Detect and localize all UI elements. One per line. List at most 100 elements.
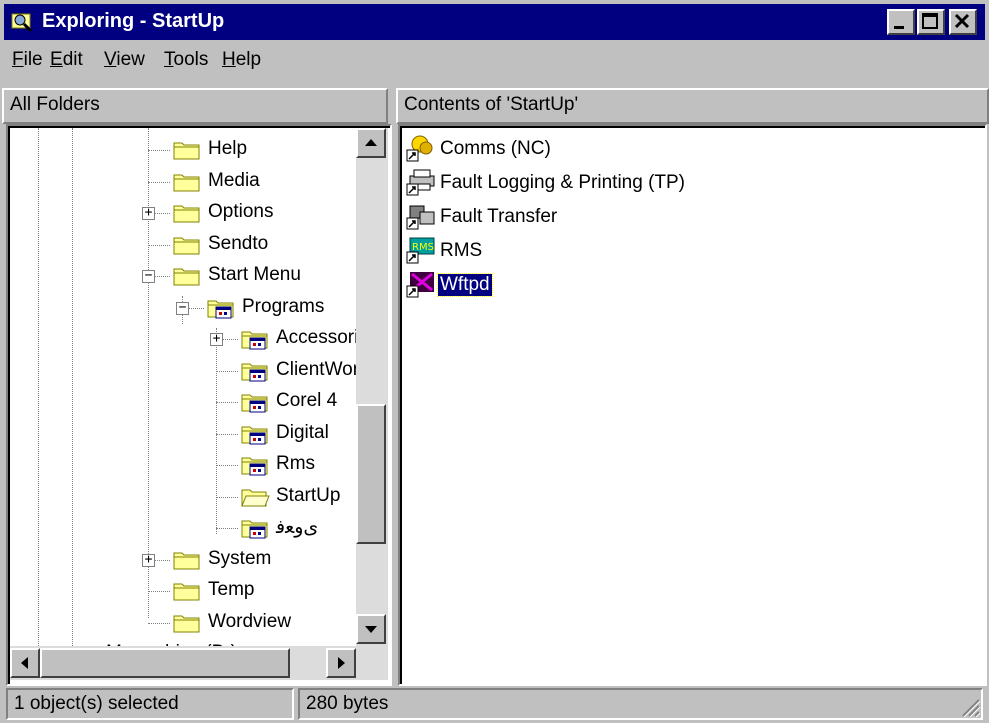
tree-connector bbox=[148, 182, 170, 183]
tree-item-label: Wordview bbox=[208, 611, 292, 632]
tree-item[interactable]: Media bbox=[10, 166, 350, 196]
minimize-icon bbox=[894, 26, 904, 29]
collapse-icon[interactable]: − bbox=[142, 269, 155, 283]
file-item-label: Fault Transfer bbox=[440, 206, 558, 227]
tree-connector bbox=[216, 434, 238, 435]
tree-item[interactable]: Sendto bbox=[10, 229, 350, 259]
program-folder-icon bbox=[207, 300, 234, 319]
expand-icon[interactable]: + bbox=[142, 206, 155, 220]
program-folder-icon bbox=[241, 520, 268, 539]
expand-icon[interactable]: + bbox=[142, 553, 155, 567]
status-size: 280 bytes bbox=[298, 688, 983, 720]
collapse-icon[interactable]: − bbox=[176, 301, 189, 315]
tree-item-label: StartUp bbox=[276, 485, 341, 506]
status-bar: 1 object(s) selected 280 bytes bbox=[4, 688, 985, 720]
tree-connector bbox=[148, 150, 170, 151]
folder-icon bbox=[173, 615, 200, 633]
program-folder-icon bbox=[241, 457, 268, 476]
maximize-button[interactable] bbox=[917, 9, 945, 35]
transfer-shortcut-icon bbox=[406, 205, 435, 230]
tree-item-label: System bbox=[208, 548, 272, 569]
tree-item-label: Programs bbox=[242, 296, 325, 317]
tree-connector bbox=[148, 245, 170, 246]
menu-tools[interactable]: Tools bbox=[164, 49, 208, 71]
contents-pane[interactable]: Comms (NC) Fault Logging & Printing (TP) F… bbox=[398, 124, 987, 686]
up-arrow-icon bbox=[365, 139, 377, 146]
title-bar[interactable]: Exploring - StartUp bbox=[4, 4, 985, 40]
menu-edit[interactable]: Edit bbox=[50, 49, 83, 71]
tree-item[interactable]: Wordview bbox=[10, 607, 350, 637]
resize-grip-icon[interactable] bbox=[959, 696, 981, 718]
folder-tree-pane[interactable]: Help Media + Options Sendto − Start Menu − Progr… bbox=[6, 124, 392, 686]
folder-icon bbox=[173, 237, 200, 255]
tree-connector bbox=[216, 497, 238, 498]
tree-item[interactable]: ﻯﻭﻌﻓ bbox=[10, 512, 350, 542]
close-button[interactable] bbox=[949, 9, 977, 35]
tree-connector bbox=[148, 591, 170, 592]
tree-horizontal-scrollbar[interactable] bbox=[10, 646, 388, 680]
tree-item[interactable]: Corel 4 bbox=[10, 386, 350, 416]
tree-connector bbox=[148, 623, 170, 624]
tree-item[interactable]: + Options bbox=[10, 197, 350, 227]
scroll-down-button[interactable] bbox=[356, 614, 386, 644]
folder-icon bbox=[173, 142, 200, 160]
tree-item[interactable]: Rms bbox=[10, 449, 350, 479]
menu-file[interactable]: File bbox=[12, 49, 43, 71]
tree-item-label: Start Menu bbox=[208, 264, 301, 285]
program-folder-icon bbox=[241, 426, 268, 445]
minimize-button[interactable] bbox=[887, 9, 915, 35]
explorer-icon bbox=[11, 13, 33, 33]
tree-item-label: Help bbox=[208, 138, 248, 159]
menu-view[interactable]: View bbox=[104, 49, 145, 71]
tree-connector bbox=[216, 371, 238, 372]
menu-help[interactable]: Help bbox=[222, 49, 261, 71]
scroll-left-button[interactable] bbox=[10, 648, 40, 678]
tree-vertical-scrollbar[interactable] bbox=[356, 128, 388, 646]
right-arrow-icon bbox=[338, 657, 345, 669]
expand-icon[interactable]: + bbox=[210, 332, 223, 346]
tree-item[interactable]: Temp bbox=[10, 575, 350, 605]
scroll-up-button[interactable] bbox=[356, 128, 386, 158]
down-arrow-icon bbox=[365, 626, 377, 633]
tree-item-label: Rms bbox=[276, 453, 316, 474]
folder-icon bbox=[173, 174, 200, 192]
tree-item-label: Media bbox=[208, 170, 260, 191]
menu-bar: File Edit View Tools Help bbox=[4, 44, 985, 78]
tree-connector bbox=[216, 528, 238, 529]
svg-text:RMS: RMS bbox=[412, 242, 434, 253]
rms-shortcut-icon: RMS bbox=[406, 237, 435, 264]
file-item-label: Fault Logging & Printing (TP) bbox=[440, 172, 686, 193]
close-icon bbox=[954, 13, 970, 29]
program-folder-icon bbox=[241, 363, 268, 382]
tree-item[interactable]: + Accessories bbox=[10, 323, 378, 353]
tree-item[interactable]: Digital bbox=[10, 418, 350, 448]
comms-shortcut-icon bbox=[406, 135, 433, 162]
maximize-icon bbox=[922, 13, 938, 29]
tree-item[interactable]: + System bbox=[10, 544, 350, 574]
window-title: Exploring - StartUp bbox=[42, 10, 225, 32]
horizontal-scroll-thumb[interactable] bbox=[40, 648, 290, 678]
tree-item[interactable]: StartUp bbox=[10, 481, 350, 511]
status-selection: 1 object(s) selected bbox=[6, 688, 294, 720]
tree-item-label: ﻯﻭﻌﻓ bbox=[276, 517, 319, 538]
all-folders-header: All Folders bbox=[2, 88, 388, 124]
program-folder-icon bbox=[241, 394, 268, 413]
wftpd-shortcut-icon bbox=[406, 272, 434, 298]
scroll-right-button[interactable] bbox=[326, 648, 356, 678]
program-folder-icon bbox=[241, 331, 268, 350]
left-arrow-icon bbox=[21, 657, 28, 669]
tree-item-label: Digital bbox=[276, 422, 329, 443]
explorer-window: Exploring - StartUp File Edit View Tools Hel… bbox=[0, 0, 989, 723]
tree-item[interactable]: Help bbox=[10, 134, 350, 164]
tree-item[interactable]: − Start Menu bbox=[10, 260, 350, 290]
file-item-label: Wftpd bbox=[437, 273, 493, 297]
printer-shortcut-icon bbox=[406, 169, 435, 196]
file-item-label: RMS bbox=[440, 240, 483, 261]
tree-item[interactable]: ClientWorks bbox=[10, 355, 378, 385]
tree-item-label: Corel 4 bbox=[276, 390, 338, 411]
tree-item-label: Temp bbox=[208, 579, 255, 600]
tree-item[interactable]: − Programs bbox=[10, 292, 350, 322]
scroll-thumb[interactable] bbox=[356, 404, 386, 544]
tree-item-label: Options bbox=[208, 201, 274, 222]
tree-connector bbox=[216, 465, 238, 466]
